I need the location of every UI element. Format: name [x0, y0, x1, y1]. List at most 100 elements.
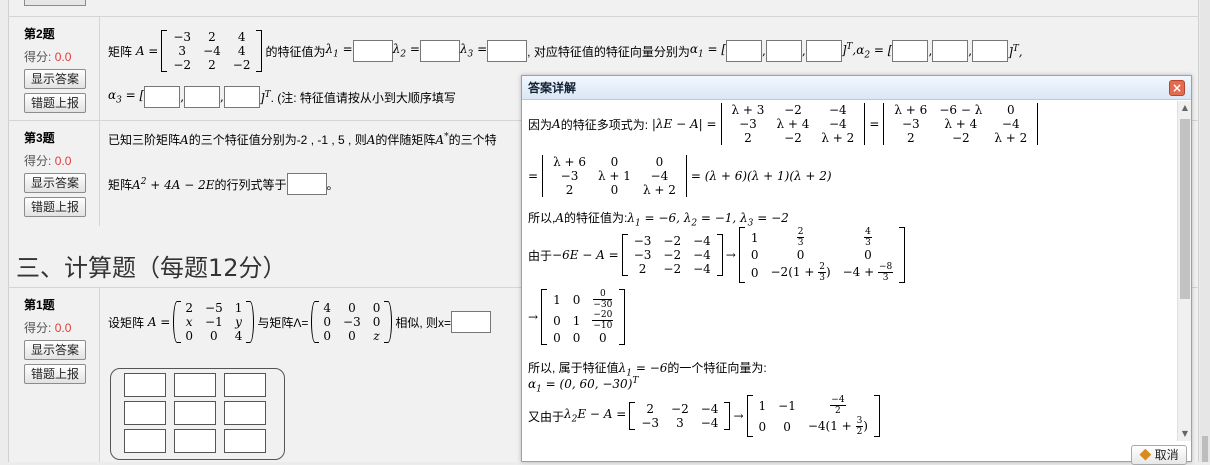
alpha1-input-2[interactable] — [765, 40, 802, 62]
question-3-sidebar: 第3题 得分: 0.0 显示答案 错题上报 — [8, 121, 100, 226]
q3-line2c: 。 — [326, 177, 339, 192]
score-value: 0.0 — [54, 50, 72, 64]
lambda3-input[interactable] — [487, 40, 528, 62]
c1-text2: 与矩阵Λ= — [257, 315, 309, 330]
determinant-matrix: λ + 6 −6 − λ0 −3 λ + 4 −4 2 −2 λ + 2 — [882, 103, 1039, 145]
solution-text: 因为 — [528, 117, 553, 132]
grid-cell[interactable] — [174, 401, 216, 425]
section-title: 三、计算题（每题12分） — [16, 254, 287, 282]
cancel-button[interactable]: ◆ 取消 — [1131, 445, 1187, 465]
q3-line1c: 的伴随矩阵 — [375, 133, 436, 147]
reduction-matrix: −3 −2 −4 −3 −2 −4 2 −2 −4 — [621, 234, 723, 276]
question-2-sidebar: 第2题 得分: 0.0 显示答案 错题上报 — [8, 17, 100, 120]
solution-line: = λ + 600 −3 λ + 1 −4 20λ + 2 = (λ + 6)(λ … — [528, 155, 832, 197]
question-title: 第2题 — [24, 27, 55, 41]
lambda2-input[interactable] — [419, 40, 460, 62]
q3-line2a: 矩阵 — [108, 177, 133, 192]
report-error-button[interactable]: 错题上报 — [24, 364, 86, 384]
answer-dialog: 答案详解 × 因为 A 的特征多项式为: |λE − A| = λ + 3 −2 −4 … — [521, 75, 1192, 465]
score-value: 0.0 — [54, 321, 72, 335]
page-scrollbar[interactable] — [1200, 0, 1210, 462]
grid-cell[interactable] — [224, 373, 266, 397]
solution-text: 又由于 — [528, 409, 565, 424]
show-answer-button[interactable]: 显示答案 — [24, 69, 86, 89]
grid-cell[interactable] — [124, 429, 166, 453]
q2-text-vectors: , 对应特征值的特征向量分别为 — [527, 44, 690, 59]
grid-cell[interactable] — [224, 401, 266, 425]
grid-cell[interactable] — [124, 401, 166, 425]
show-answer-button[interactable]: 显示答案 — [24, 340, 86, 360]
report-error-button[interactable]: 错题上报 — [24, 197, 86, 217]
dialog-scrollbar[interactable]: ▲ ▼ — [1177, 101, 1191, 441]
report-error-button[interactable]: 错题上报 — [24, 93, 86, 113]
solution-text: 的一个特征向量为: — [667, 361, 767, 375]
dialog-scroll-thumb[interactable] — [1180, 119, 1190, 299]
q3-line1b: 的三个特征值分别为-2 , -1 , 5 , 则 — [188, 133, 367, 147]
q3-line1: 已知三阶矩阵 — [108, 133, 181, 147]
q3-line1d: 的三个特 — [448, 133, 497, 147]
determinant-matrix: λ + 600 −3 λ + 1 −4 20λ + 2 — [541, 155, 688, 197]
lambda1-input[interactable] — [352, 40, 393, 62]
dialog-content: 因为 A 的特征多项式为: |λE − A| = λ + 3 −2 −4 −3 λ + 4… — [522, 101, 1177, 461]
solution-line: → 1 0 0 −30 0 1 −20 −10 000 — [528, 289, 628, 345]
alpha3-input-1[interactable] — [144, 86, 181, 108]
score: 得分: 0.0 — [24, 319, 99, 336]
matrix-answer-grid — [110, 368, 285, 460]
q3-line2b: 的行列式等于 — [214, 177, 287, 192]
alpha1-input-1[interactable] — [726, 40, 763, 62]
alpha2-input-1[interactable] — [892, 40, 929, 62]
solution-line: α1 = (0, 60, −30)T — [528, 376, 639, 395]
solution-line: 因为 A 的特征多项式为: |λE − A| = λ + 3 −2 −4 −3 λ + 4… — [528, 103, 1042, 145]
solution-line: 由于 −6E − A = −3 −2 −4 −3 −2 −4 2 −2 −4 → 12343 … — [528, 227, 908, 283]
alpha3-input-3[interactable] — [223, 86, 260, 108]
close-icon[interactable]: × — [1169, 80, 1185, 96]
scroll-up-icon[interactable]: ▲ — [1178, 101, 1192, 115]
reduction-matrix: 1 0 0 −30 0 1 −20 −10 000 — [541, 289, 626, 345]
grid-cell[interactable] — [124, 373, 166, 397]
alpha3-input-2[interactable] — [184, 86, 221, 108]
solution-text: 的特征多项式为: — [560, 117, 649, 132]
alpha1-input-3[interactable] — [805, 40, 842, 62]
q2-note: . (注: 特征值请按从小到大顺序填写 — [270, 90, 456, 105]
reduction-matrix: 2 −2 −4 −3 3 −4 — [629, 402, 731, 430]
score-value: 0.0 — [54, 154, 72, 168]
matrix-lambda: 400 0 −3 0 00z — [311, 301, 393, 343]
c1-text1: 设矩阵 — [108, 315, 145, 330]
reduction-matrix: 12343 000 0 −2(1 + 2 3) −4 + −8 3 — [738, 227, 906, 283]
matrix-a: −3 2 4 3 −4 4 −2 2 −2 — [161, 30, 263, 72]
score: 得分: 0.0 — [24, 48, 99, 65]
solution-text: 所以, — [528, 211, 556, 225]
c1-text3: 相似, 则x= — [395, 315, 452, 330]
q2-text-matrix: 矩阵 — [108, 44, 133, 59]
score-label: 得分: — [24, 154, 52, 168]
grid-cell[interactable] — [224, 429, 266, 453]
calc-question-1-sidebar: 第1题 得分: 0.0 显示答案 错题上报 — [8, 288, 100, 462]
determinant-matrix: λ + 3 −2 −4 −3 λ + 4 −4 2 −2 λ + 2 — [720, 103, 867, 145]
score: 得分: 0.0 — [24, 152, 99, 169]
solution-line: 又由于 λ2E − A = 2 −2 −4 −3 3 −4 → 1 −1 −4 2 0 0 −4(1… — [528, 395, 883, 437]
alpha2-input-3[interactable] — [972, 40, 1009, 62]
scroll-down-icon[interactable]: ▼ — [1178, 427, 1192, 441]
grid-cell[interactable] — [174, 429, 216, 453]
report-button-partial[interactable] — [24, 0, 86, 6]
x-input[interactable] — [451, 311, 492, 333]
alpha2-input-2[interactable] — [932, 40, 969, 62]
q2-text-eigen: 的特征值为 — [265, 44, 326, 59]
reduction-matrix: 1 −1 −4 2 0 0 −4(1 + 3 2) — [746, 395, 881, 437]
solution-text: 由于 — [528, 248, 553, 263]
question-title: 第1题 — [24, 298, 55, 312]
matrix-a-param: 2 −5 1 x −1 y 004 — [173, 301, 255, 343]
solution-line: 所以,A的特征值为:λ1 = −6, λ2 = −1, λ3 = −2 — [528, 211, 789, 229]
dialog-title: 答案详解 — [522, 76, 1191, 100]
cancel-icon: ◆ — [1139, 448, 1152, 462]
show-answer-button[interactable]: 显示答案 — [24, 173, 86, 193]
cancel-label: 取消 — [1154, 448, 1179, 462]
question-title: 第3题 — [24, 131, 55, 145]
solution-text: 的特征值为: — [564, 211, 628, 225]
grid-cell[interactable] — [174, 373, 216, 397]
score-label: 得分: — [24, 321, 52, 335]
determinant-input[interactable] — [286, 173, 327, 195]
solution-text: 所以, 属于特征值 — [528, 361, 619, 375]
score-label: 得分: — [24, 50, 52, 64]
page-scroll-thumb[interactable] — [1202, 436, 1208, 462]
